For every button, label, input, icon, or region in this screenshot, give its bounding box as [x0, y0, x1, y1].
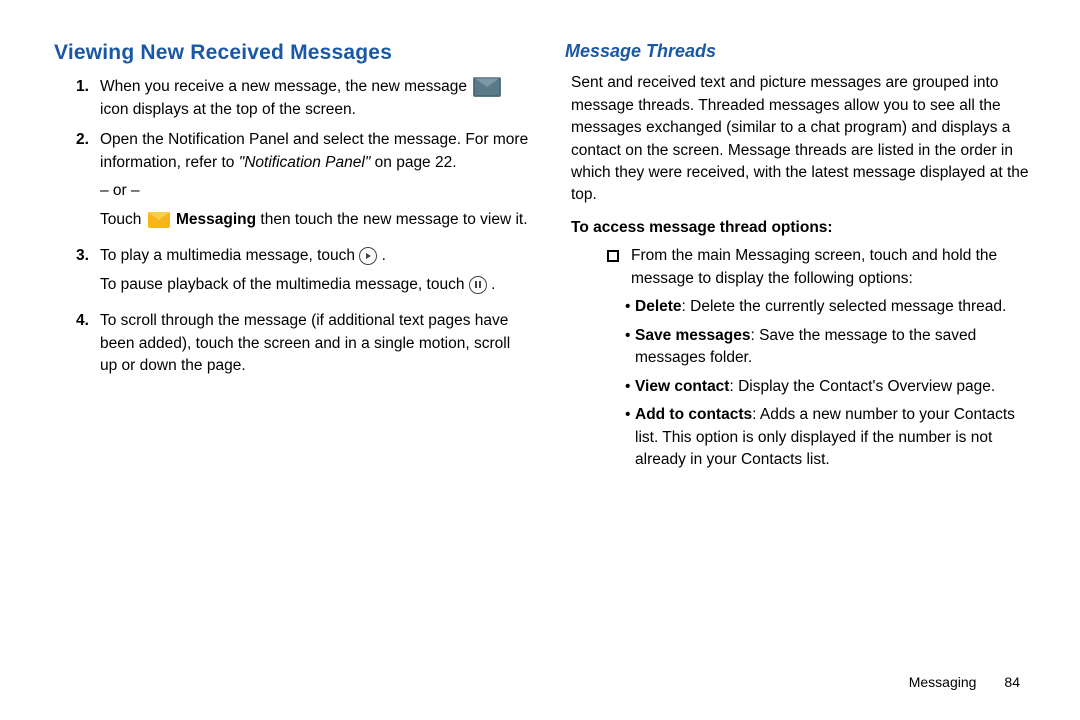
heading-viewing-messages: Viewing New Received Messages — [54, 38, 529, 68]
page-content: Viewing New Received Messages 1. When yo… — [0, 0, 1080, 498]
step-number: 3. — [76, 245, 100, 302]
bullet-dot: • — [625, 404, 635, 471]
threads-intro: Sent and received text and picture messa… — [565, 72, 1040, 207]
step-1: 1. When you receive a new message, the n… — [54, 76, 529, 121]
option-add-to-contacts: • Add to contacts: Adds a new number to … — [625, 404, 1040, 471]
step-body: When you receive a new message, the new … — [100, 76, 529, 121]
step2-para-c: Touch Messaging then touch the new messa… — [100, 209, 529, 231]
left-column: Viewing New Received Messages 1. When yo… — [54, 38, 529, 478]
bullet-dot: • — [625, 296, 635, 318]
opt-label: View contact — [635, 378, 729, 395]
pause-icon — [469, 276, 487, 294]
step-body: To play a multimedia message, touch . To… — [100, 245, 529, 302]
option-text: Delete: Delete the currently selected me… — [635, 296, 1006, 318]
right-column: Message Threads Sent and received text a… — [565, 38, 1040, 478]
opt-label: Delete — [635, 298, 682, 315]
step1-text-a: When you receive a new message, the new … — [100, 78, 467, 95]
step3-para-b: To pause playback of the multimedia mess… — [100, 274, 529, 296]
step3-para-a: To play a multimedia message, touch . — [100, 245, 529, 267]
subheading-message-threads: Message Threads — [565, 38, 1040, 64]
messaging-icon — [148, 212, 170, 228]
step1-text-b: icon displays at the top of the screen. — [100, 101, 356, 118]
opt-desc: : Delete the currently selected message … — [682, 298, 1007, 315]
opt-desc: : Display the Contact's Overview page. — [729, 378, 995, 395]
square-bullet-item: From the main Messaging screen, touch an… — [565, 245, 1040, 290]
option-text: Add to contacts: Adds a new number to yo… — [635, 404, 1040, 471]
step2c-messaging-label: Messaging — [172, 211, 256, 228]
opt-label: Save messages — [635, 327, 750, 344]
step2-para-a: Open the Notification Panel and select t… — [100, 129, 529, 174]
access-options-heading: To access message thread options: — [565, 217, 1040, 239]
bullet-dot: • — [625, 325, 635, 370]
step3-text-b: To pause playback of the multimedia mess… — [100, 276, 469, 293]
footer-section: Messaging — [909, 674, 977, 690]
option-text: Save messages: Save the message to the s… — [635, 325, 1040, 370]
or-separator: – or – — [100, 180, 529, 202]
bullet-dot: • — [625, 376, 635, 398]
page-footer: Messaging 84 — [909, 672, 1020, 692]
step3-text-a: To play a multimedia message, touch — [100, 247, 359, 264]
step-number: 4. — [76, 310, 100, 377]
option-delete: • Delete: Delete the currently selected … — [625, 296, 1040, 318]
step-body: Open the Notification Panel and select t… — [100, 129, 529, 237]
square-bullet-text: From the main Messaging screen, touch an… — [631, 245, 1040, 290]
footer-page-number: 84 — [1004, 674, 1020, 690]
option-text: View contact: Display the Contact's Over… — [635, 376, 995, 398]
step2-ref: "Notification Panel" — [239, 154, 371, 171]
step-number: 2. — [76, 129, 100, 237]
step-4: 4. To scroll through the message (if add… — [54, 310, 529, 377]
square-bullet-icon — [607, 250, 619, 262]
step-2: 2. Open the Notification Panel and selec… — [54, 129, 529, 237]
step-3: 3. To play a multimedia message, touch .… — [54, 245, 529, 302]
option-view-contact: • View contact: Display the Contact's Ov… — [625, 376, 1040, 398]
step-number: 1. — [76, 76, 100, 121]
option-save-messages: • Save messages: Save the message to the… — [625, 325, 1040, 370]
step2-text-b: on page 22. — [370, 154, 456, 171]
step2c-1: Touch — [100, 211, 146, 228]
step2c-3: then touch the new message to view it. — [256, 211, 527, 228]
opt-label: Add to contacts — [635, 406, 752, 423]
step-body: To scroll through the message (if additi… — [100, 310, 529, 377]
options-list: • Delete: Delete the currently selected … — [565, 296, 1040, 471]
play-icon — [359, 247, 377, 265]
envelope-icon — [473, 77, 501, 97]
